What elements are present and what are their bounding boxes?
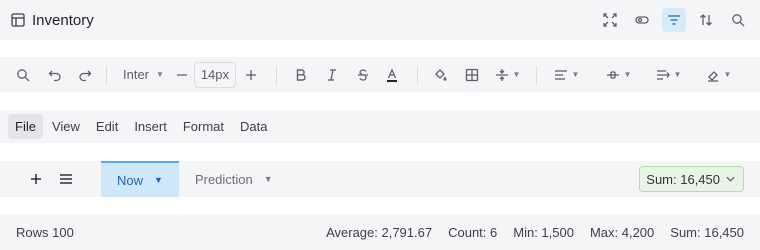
search-icon[interactable] xyxy=(12,62,34,88)
status-sum: Sum: 16,450 xyxy=(670,224,744,240)
toggle-icon[interactable] xyxy=(630,8,654,32)
menu-bar: File View Edit Insert Format Data xyxy=(0,110,760,143)
chevron-down-icon: ▼ xyxy=(571,70,580,79)
table-icon xyxy=(10,12,26,28)
text-wrap-select[interactable]: ▼ xyxy=(651,62,687,88)
menu-data[interactable]: Data xyxy=(233,114,274,139)
font-size-input[interactable]: 14px xyxy=(193,61,236,88)
chevron-down-icon[interactable]: ▼ xyxy=(154,175,163,185)
chevron-down-icon: ▼ xyxy=(723,70,732,79)
toolbar-divider xyxy=(106,65,107,84)
chevron-down-icon: ▼ xyxy=(512,70,521,79)
sum-aggregate-select[interactable]: Sum: 16,450 xyxy=(639,166,744,192)
tab-prediction[interactable]: Prediction ▼ xyxy=(179,161,289,197)
filter-icon[interactable] xyxy=(662,8,686,32)
status-bar: Rows 100 Average: 2,791.67 Count: 6 Min:… xyxy=(0,214,760,250)
tab-label: Prediction xyxy=(194,171,253,187)
menu-insert[interactable]: Insert xyxy=(127,114,174,139)
search-icon[interactable] xyxy=(726,8,750,32)
chevron-down-icon[interactable]: ▼ xyxy=(264,174,273,184)
menu-view[interactable]: View xyxy=(45,114,87,139)
sheet-list-icon[interactable] xyxy=(58,166,74,192)
redo-icon[interactable] xyxy=(74,62,96,88)
title-bar: Inventory xyxy=(0,0,760,40)
align-select[interactable]: ▼ xyxy=(547,62,587,88)
expand-icon[interactable] xyxy=(598,8,622,32)
status-count: Count: 6 xyxy=(448,224,498,240)
increase-size-icon[interactable] xyxy=(236,62,266,88)
tab-label: Now xyxy=(117,172,144,188)
sum-chip-label: Sum: 16,450 xyxy=(646,171,720,187)
status-average: Average: 2,791.67 xyxy=(326,224,433,240)
toolbar-divider xyxy=(535,65,537,84)
font-family-value: Inter xyxy=(123,67,150,82)
toolbar-divider xyxy=(275,65,277,84)
row-count: Rows 100 xyxy=(16,224,74,240)
undo-icon[interactable] xyxy=(44,62,66,88)
menu-edit[interactable]: Edit xyxy=(89,114,125,139)
text-color-icon[interactable] xyxy=(377,62,407,88)
chevron-down-icon xyxy=(726,176,735,182)
strikethrough-icon[interactable] xyxy=(349,62,377,88)
tab-now[interactable]: Now ▼ xyxy=(101,161,179,197)
status-max: Max: 4,200 xyxy=(589,224,655,240)
text-rotation-select[interactable]: ▼ xyxy=(701,62,737,88)
italic-icon[interactable] xyxy=(315,62,349,88)
merge-cells-select[interactable]: ▼ xyxy=(490,62,526,88)
chevron-down-icon: ▼ xyxy=(156,70,164,79)
toolbar-divider xyxy=(416,65,418,84)
sheet-tab-bar: Now ▼ Prediction ▼ Sum: 16,450 xyxy=(0,161,760,197)
fill-color-icon[interactable] xyxy=(428,62,452,88)
decrease-size-icon[interactable] xyxy=(170,62,194,88)
chevron-down-icon: ▼ xyxy=(623,70,632,79)
vertical-align-select[interactable]: ▼ xyxy=(601,62,637,88)
bold-icon[interactable] xyxy=(287,62,315,88)
menu-file[interactable]: File xyxy=(8,114,43,139)
add-sheet-icon[interactable] xyxy=(28,166,44,192)
formatting-toolbar: Inter ▼ 14px ▼ ▼ ▼ ▼ ▼ xyxy=(0,57,760,92)
chevron-down-icon: ▼ xyxy=(673,70,682,79)
app-title: Inventory xyxy=(10,12,94,29)
title-text: Inventory xyxy=(32,11,94,29)
sort-icon[interactable] xyxy=(694,8,718,32)
menu-format[interactable]: Format xyxy=(176,114,231,139)
font-family-select[interactable]: Inter ▼ xyxy=(117,67,170,82)
status-min: Min: 1,500 xyxy=(513,224,574,240)
borders-icon[interactable] xyxy=(460,62,484,88)
